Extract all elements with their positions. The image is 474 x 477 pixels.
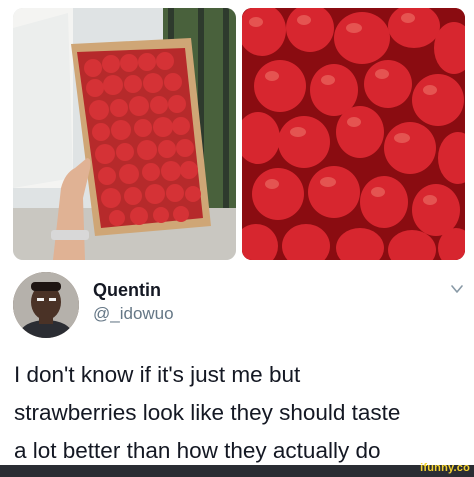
strawberry-box-image bbox=[13, 8, 236, 260]
chevron-down-glyph bbox=[451, 285, 463, 293]
photo-grid bbox=[0, 0, 474, 264]
tweet-text: I don't know if it's just me but strawbe… bbox=[14, 362, 401, 463]
strawberry-box-photo[interactable] bbox=[13, 8, 236, 260]
avatar-image bbox=[13, 272, 79, 338]
user-handle[interactable]: @_idowuo bbox=[93, 304, 174, 324]
footer-bar bbox=[0, 465, 474, 477]
strawberry-closeup-photo[interactable] bbox=[242, 8, 465, 260]
watermark: ifunny.co bbox=[420, 462, 470, 474]
display-name[interactable]: Quentin bbox=[93, 280, 161, 301]
avatar[interactable] bbox=[13, 272, 79, 338]
chevron-down-icon[interactable] bbox=[450, 282, 464, 296]
strawberry-closeup-image bbox=[242, 8, 465, 260]
